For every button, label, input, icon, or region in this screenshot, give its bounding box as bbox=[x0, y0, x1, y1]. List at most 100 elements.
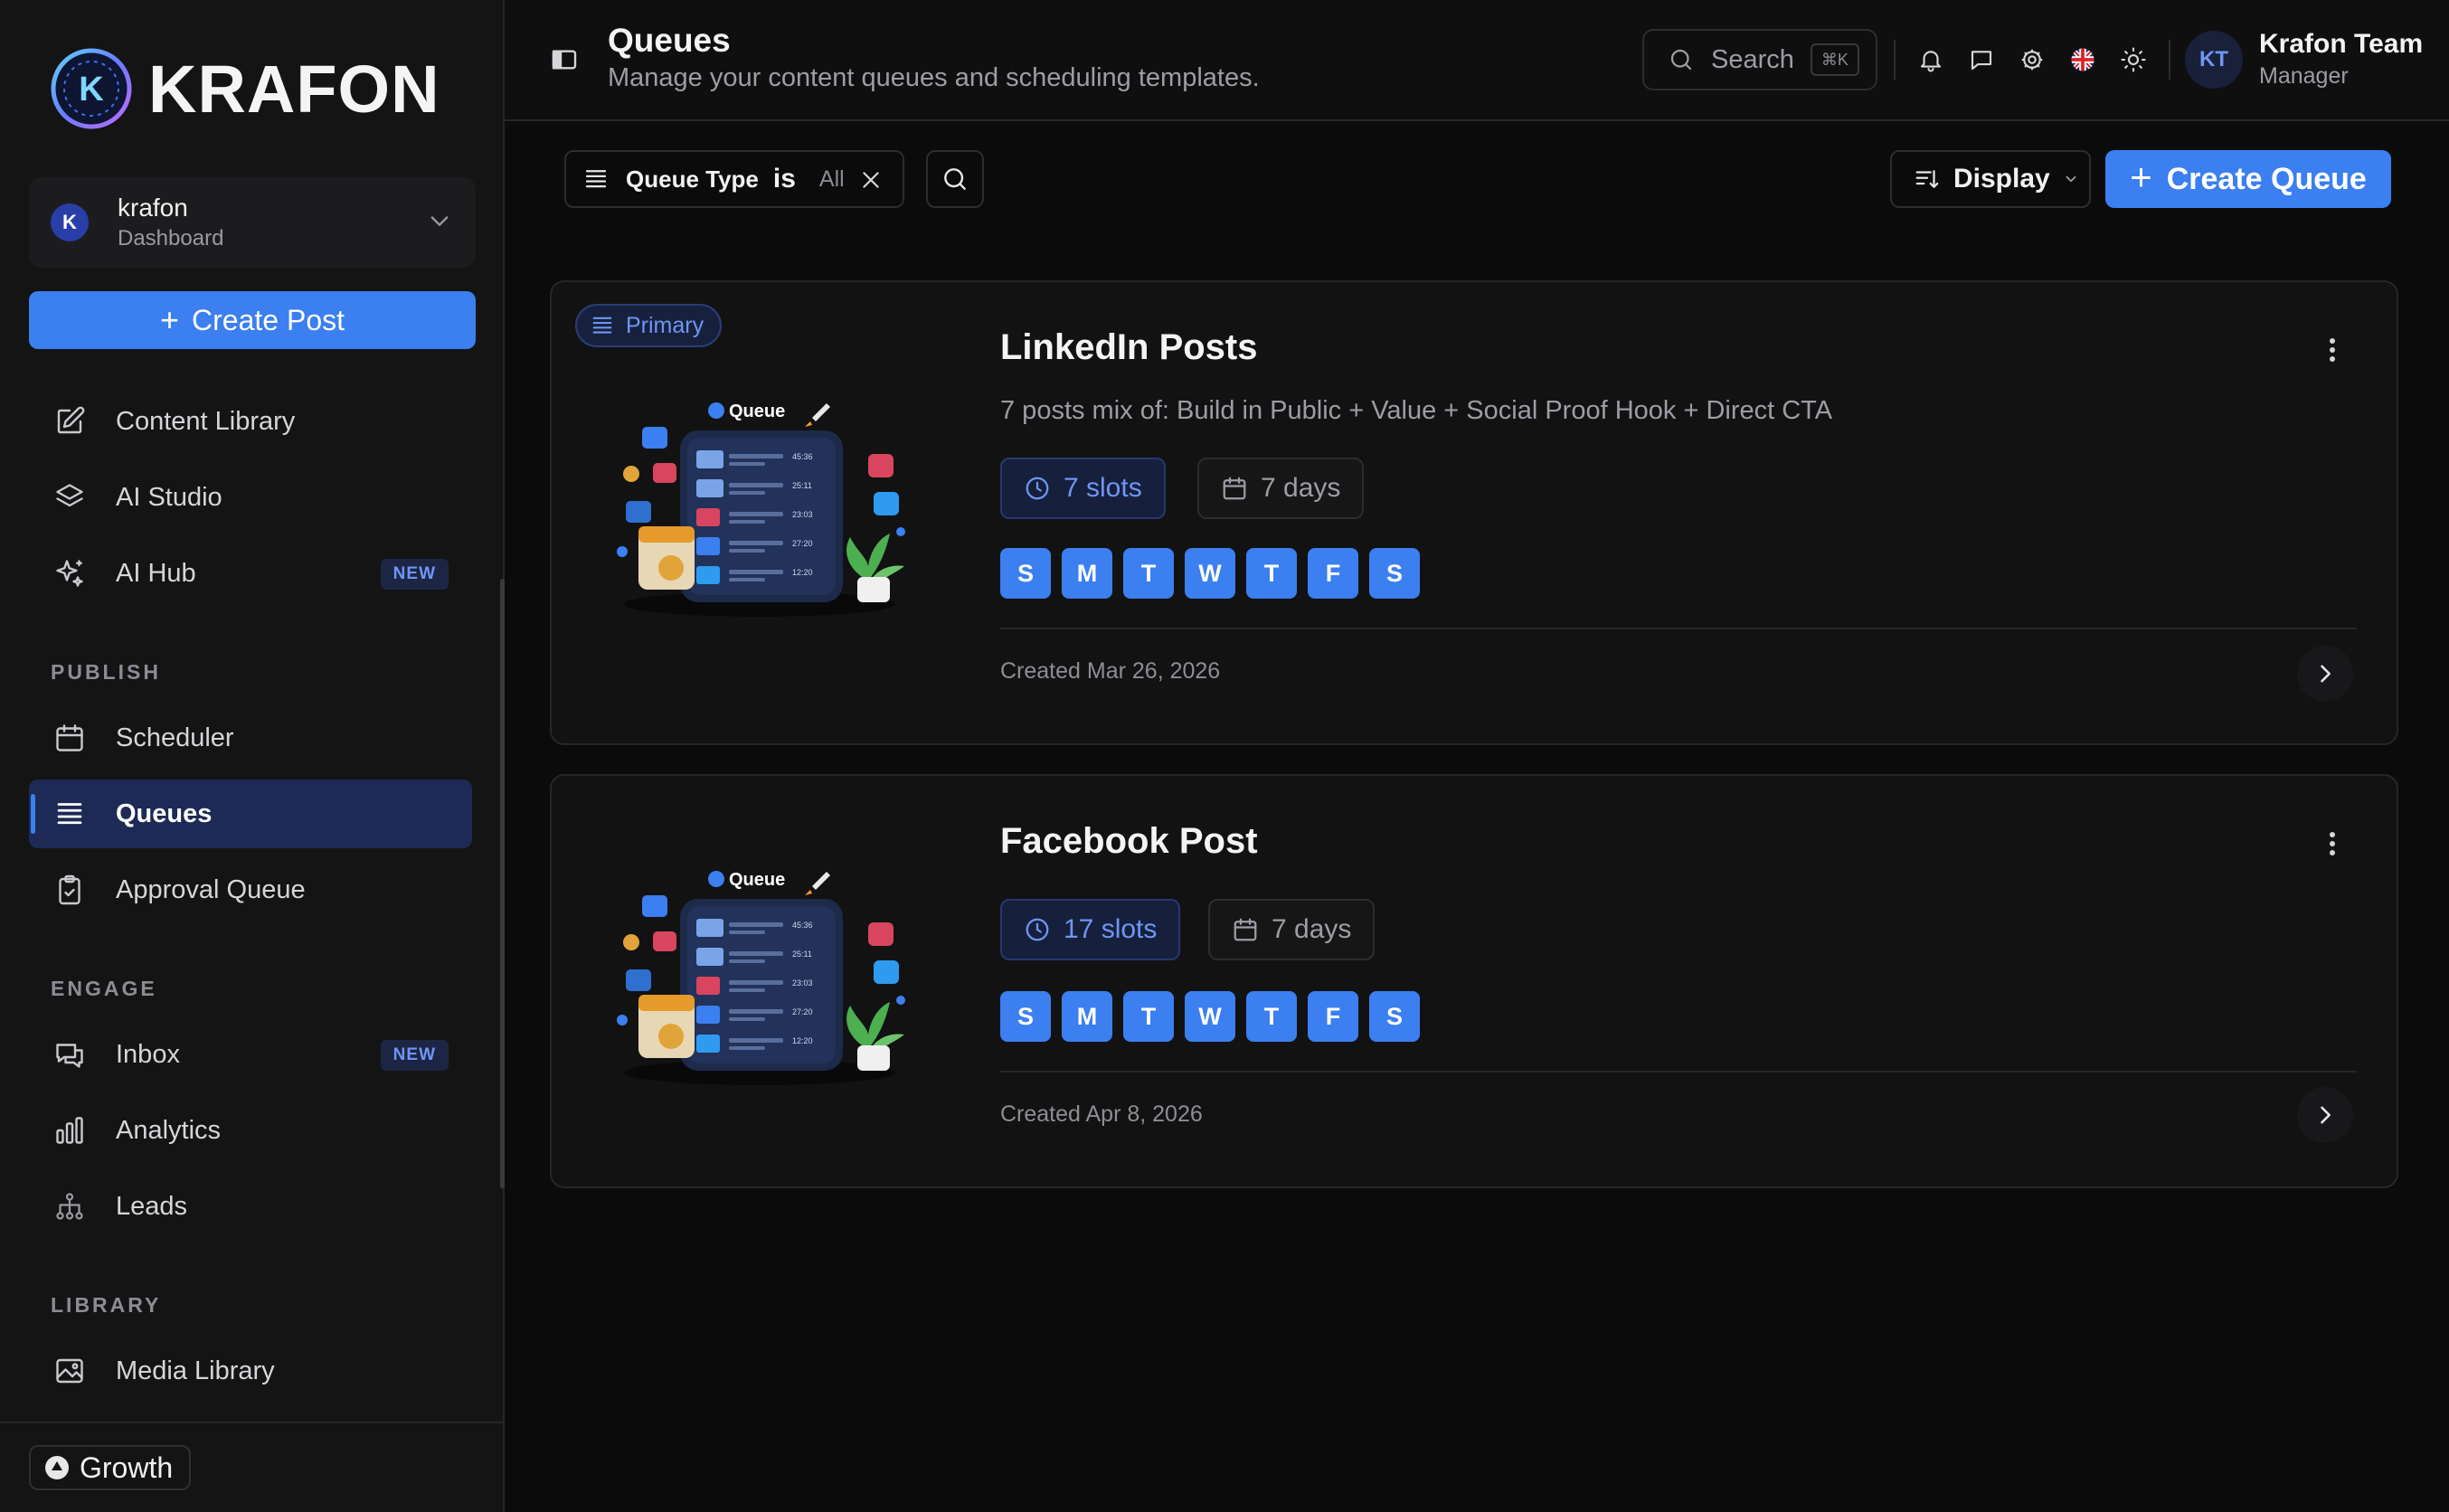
filter-value[interactable]: All bbox=[819, 166, 845, 193]
workspace-text: krafon Dashboard bbox=[118, 194, 223, 251]
weekday-tuesday: T bbox=[1123, 991, 1174, 1042]
sidebar-item-queues[interactable]: Queues bbox=[29, 780, 472, 848]
list-icon bbox=[52, 797, 87, 831]
new-badge: NEW bbox=[380, 559, 449, 590]
settings-icon[interactable] bbox=[2017, 44, 2047, 75]
clock-icon bbox=[1026, 918, 1049, 941]
plus-icon: + bbox=[160, 301, 180, 338]
more-options-icon[interactable] bbox=[2328, 830, 2337, 857]
sidebar-item-label: AI Hub bbox=[116, 558, 196, 588]
sidebar-item-label: Scheduler bbox=[116, 723, 234, 752]
days-badge: 7 days bbox=[1208, 899, 1376, 960]
queue-illustration: Queue 45:36 25:11 23:03 27:20 12:20 bbox=[617, 402, 905, 617]
sidebar: K KRAFON K krafon Dashboard + Create Pos… bbox=[0, 0, 505, 1512]
filter-search-button[interactable] bbox=[926, 150, 984, 208]
sidebar-item-ai-studio[interactable]: AI Studio bbox=[29, 463, 472, 532]
sidebar-scrollbar[interactable] bbox=[500, 579, 505, 1188]
divider bbox=[1894, 40, 1896, 80]
sidebar-item-approval-queue[interactable]: Approval Queue bbox=[29, 855, 472, 924]
weekday-friday: F bbox=[1308, 548, 1358, 599]
create-queue-button[interactable]: + Create Queue bbox=[2105, 150, 2391, 208]
svg-text:45:36: 45:36 bbox=[792, 921, 813, 930]
brand[interactable]: K KRAFON bbox=[49, 45, 440, 132]
days-badge: 7 days bbox=[1197, 458, 1365, 519]
filter-operator: is bbox=[772, 164, 796, 194]
page-title: Queues bbox=[608, 22, 731, 59]
calendar-icon bbox=[1223, 477, 1246, 500]
queue-name[interactable]: LinkedIn Posts bbox=[1000, 327, 1258, 368]
created-date: Created Mar 26, 2026 bbox=[1000, 658, 1221, 684]
chevron-down-icon bbox=[430, 216, 449, 226]
weekday-wednesday: W bbox=[1185, 548, 1235, 599]
queue-card[interactable]: Primary Queue 45:36 25:11 23:03 27:20 12… bbox=[550, 280, 2398, 745]
svg-text:27:20: 27:20 bbox=[792, 1007, 813, 1016]
weekday-friday: F bbox=[1308, 991, 1358, 1042]
weekday-wednesday: W bbox=[1185, 991, 1235, 1042]
sun-icon[interactable] bbox=[2118, 44, 2149, 75]
clock-icon bbox=[1026, 477, 1049, 500]
weekday-monday: M bbox=[1062, 991, 1112, 1042]
slots-badge: 17 slots bbox=[1000, 899, 1181, 960]
svg-text:27:20: 27:20 bbox=[792, 539, 813, 548]
sidebar-item-label: Content Library bbox=[116, 406, 296, 436]
queue-card[interactable]: Queue 45:36 25:11 23:03 27:20 12:20 Face… bbox=[550, 774, 2398, 1188]
weekday-saturday: S bbox=[1369, 991, 1420, 1042]
weekday-sunday: S bbox=[1000, 991, 1051, 1042]
search-icon bbox=[1670, 49, 1692, 71]
queue-type-filter[interactable]: Queue Type is All bbox=[564, 150, 904, 208]
layers-icon bbox=[52, 480, 87, 515]
language-flag-icon[interactable] bbox=[2067, 44, 2098, 75]
sidebar-item-ai-hub[interactable]: AI Hub NEW bbox=[29, 539, 472, 608]
created-date: Created Apr 8, 2026 bbox=[1000, 1101, 1203, 1127]
search-input[interactable]: Search ⌘K bbox=[1642, 29, 1877, 90]
bell-icon[interactable] bbox=[1915, 44, 1946, 75]
queue-description: 7 posts mix of: Build in Public + Value … bbox=[1000, 396, 1833, 425]
svg-text:K: K bbox=[79, 71, 104, 109]
workspace-switcher[interactable]: K krafon Dashboard bbox=[29, 177, 476, 268]
close-icon[interactable] bbox=[859, 168, 883, 192]
slots-badge: 7 slots bbox=[1000, 458, 1166, 519]
plan-label: Growth bbox=[80, 1451, 174, 1484]
workspace-subtitle: Dashboard bbox=[118, 226, 224, 250]
sidebar-item-label: Analytics bbox=[116, 1115, 222, 1145]
svg-text:Queue: Queue bbox=[729, 870, 785, 890]
open-queue-button[interactable] bbox=[2297, 1087, 2353, 1143]
create-queue-label: Create Queue bbox=[2166, 161, 2367, 196]
sidebar-item-content-library[interactable]: Content Library bbox=[29, 387, 472, 456]
network-icon bbox=[52, 1189, 87, 1224]
weekday-saturday: S bbox=[1369, 548, 1420, 599]
user-name[interactable]: Krafon Team bbox=[2259, 29, 2423, 60]
avatar[interactable]: KT bbox=[2185, 31, 2243, 89]
sidebar-item-scheduler[interactable]: Scheduler bbox=[29, 704, 472, 772]
section-label-publish: PUBLISH bbox=[51, 660, 161, 684]
create-post-button[interactable]: + Create Post bbox=[29, 291, 476, 349]
weekday-thursday: T bbox=[1246, 548, 1297, 599]
days-count: 7 days bbox=[1261, 473, 1341, 503]
svg-text:25:11: 25:11 bbox=[792, 481, 812, 490]
svg-text:23:03: 23:03 bbox=[792, 978, 813, 988]
sidebar-item-inbox[interactable]: Inbox NEW bbox=[29, 1020, 472, 1089]
queue-name[interactable]: Facebook Post bbox=[1000, 821, 1258, 862]
svg-text:12:20: 12:20 bbox=[792, 568, 813, 577]
primary-label: Primary bbox=[626, 312, 704, 338]
filter-key: Queue Type bbox=[626, 165, 759, 193]
plan-badge[interactable]: Growth bbox=[29, 1445, 192, 1490]
sidebar-item-leads[interactable]: Leads bbox=[29, 1172, 472, 1241]
sidebar-item-media-library[interactable]: Media Library bbox=[29, 1337, 472, 1405]
keyboard-shortcut: ⌘K bbox=[1810, 43, 1859, 76]
message-icon[interactable] bbox=[1966, 44, 1997, 75]
display-button[interactable]: Display bbox=[1890, 150, 2091, 208]
list-icon bbox=[585, 170, 607, 188]
svg-text:25:11: 25:11 bbox=[792, 950, 812, 959]
days-count: 7 days bbox=[1272, 914, 1352, 944]
more-options-icon[interactable] bbox=[2328, 336, 2337, 364]
open-queue-button[interactable] bbox=[2297, 646, 2353, 702]
app-root: K KRAFON K krafon Dashboard + Create Pos… bbox=[0, 0, 2449, 1512]
create-post-label: Create Post bbox=[192, 303, 345, 336]
chat-icon bbox=[52, 1037, 87, 1072]
divider bbox=[1000, 628, 2357, 629]
weekday-sunday: S bbox=[1000, 548, 1051, 599]
sidebar-item-analytics[interactable]: Analytics bbox=[29, 1096, 472, 1165]
page-subtitle: Manage your content queues and schedulin… bbox=[608, 63, 1260, 92]
sidebar-toggle-icon[interactable] bbox=[550, 45, 579, 74]
